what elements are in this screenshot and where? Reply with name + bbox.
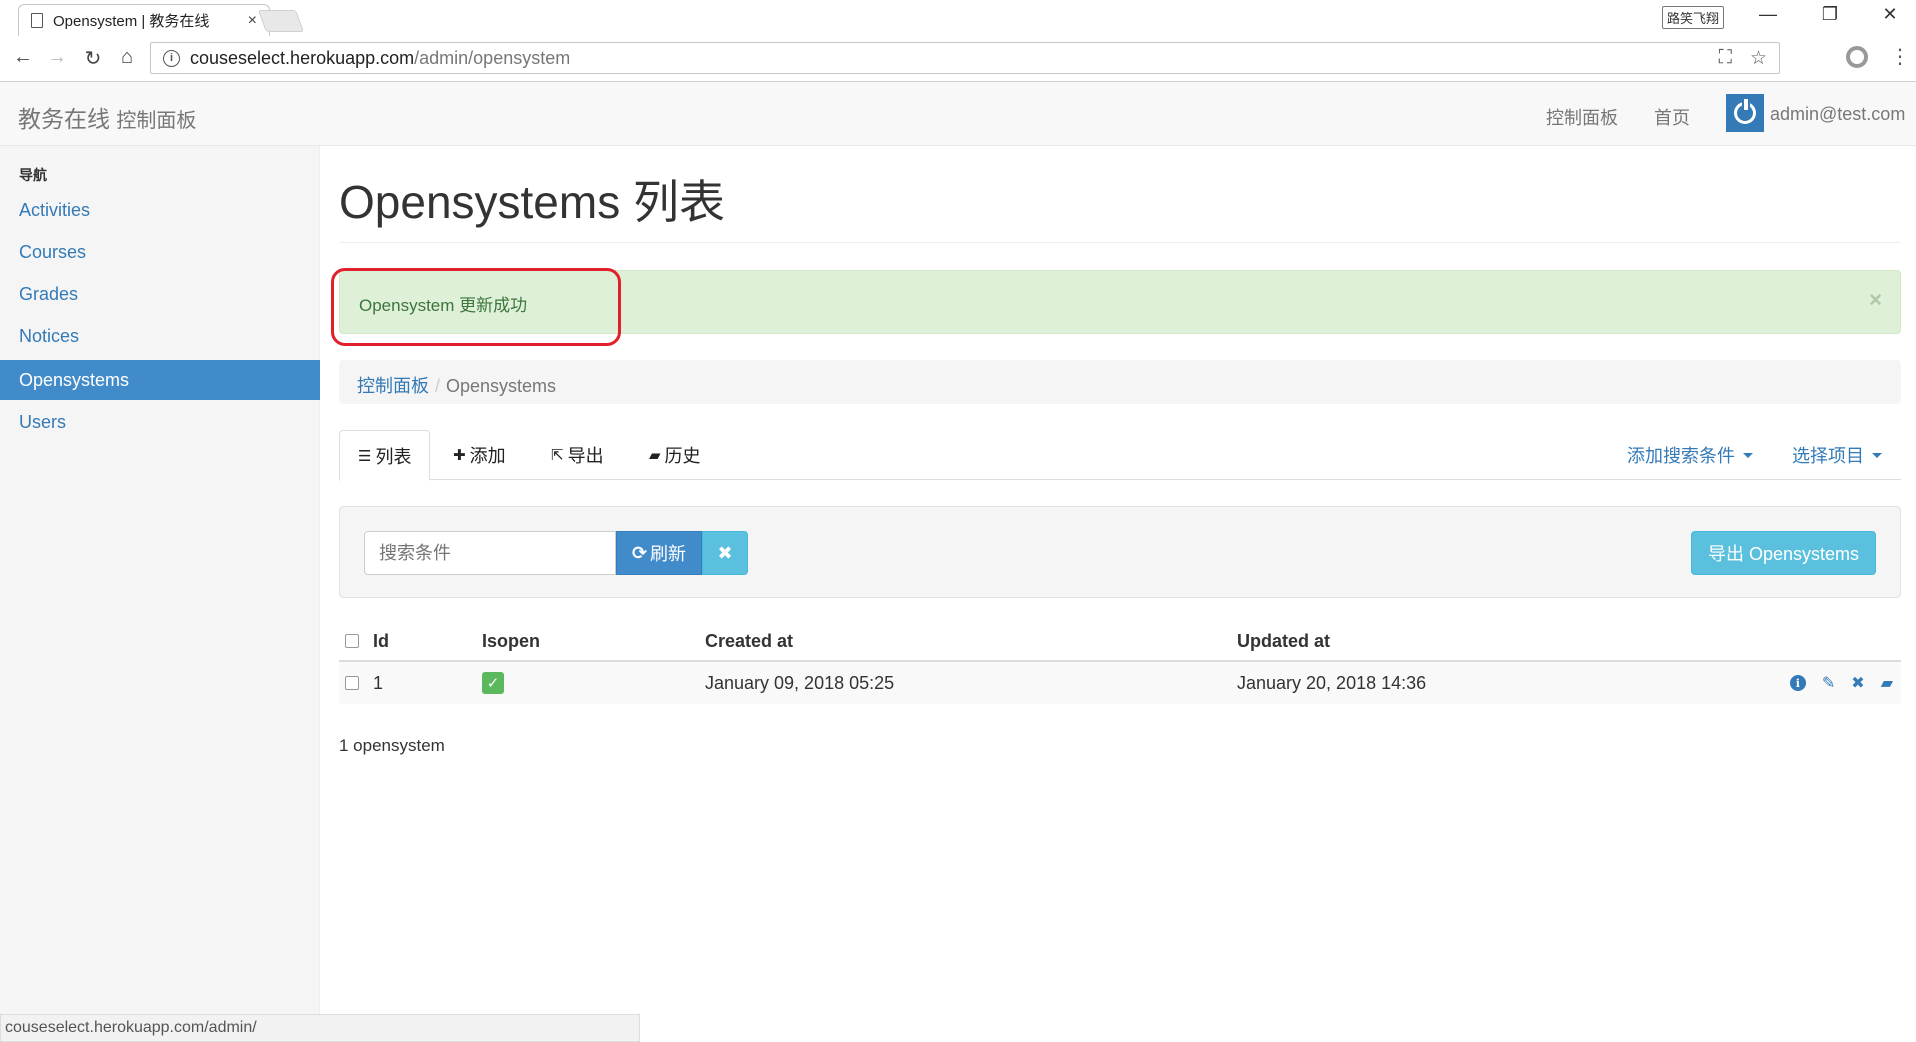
window-user-badge[interactable]: 路笑飞翔 — [1662, 6, 1725, 29]
title-divider — [339, 242, 1901, 243]
browser-tabbar: Opensystem | 教务在线 × 路笑飞翔 — ❐ ✕ — [0, 0, 1916, 36]
reload-icon[interactable]: ↻ — [80, 46, 106, 71]
plus-icon: ✚ — [453, 447, 466, 464]
nav-link-home[interactable]: 首页 — [1654, 104, 1690, 130]
restore-icon[interactable]: ❐ — [1810, 4, 1850, 25]
alert-close-icon[interactable]: × — [1869, 287, 1882, 313]
sidebar-item-grades[interactable]: Grades — [0, 274, 320, 314]
back-icon[interactable]: ← — [10, 46, 36, 69]
tab-history-label: 历史 — [664, 446, 701, 466]
history-book-icon[interactable]: ▰ — [1881, 673, 1893, 693]
tab-export-label: 导出 — [567, 446, 604, 466]
document-icon — [31, 13, 43, 28]
edit-pencil-icon[interactable]: ✎ — [1822, 673, 1835, 693]
window-close-icon[interactable]: ✕ — [1870, 4, 1910, 25]
cell-isopen: ✓ — [482, 662, 504, 704]
sidebar-item-opensystems[interactable]: Opensystems — [0, 360, 320, 400]
chevron-down-icon — [1872, 452, 1882, 458]
app-navbar: 教务在线 控制面板 控制面板 首页 admin@test.com — [0, 82, 1916, 146]
breadcrumb-dashboard-link[interactable]: 控制面板 — [357, 376, 429, 396]
cell-created-at: January 09, 2018 05:25 — [705, 672, 895, 693]
power-icon[interactable] — [1726, 94, 1764, 132]
home-icon[interactable]: ⌂ — [114, 46, 140, 69]
browser-tab[interactable]: Opensystem | 教务在线 × — [18, 4, 270, 36]
row-select-cell — [345, 662, 359, 704]
user-email[interactable]: admin@test.com — [1770, 104, 1905, 125]
row-checkbox[interactable] — [345, 676, 359, 690]
browser-status-bar: couseselect.herokuapp.com/admin/ — [0, 1014, 640, 1042]
bookmark-star-icon[interactable]: ☆ — [1750, 47, 1767, 70]
refresh-button[interactable]: ⟳ 刷新 — [616, 531, 702, 575]
opensystems-table: Id Isopen Created at Updated at 1 ✓ Janu… — [339, 622, 1901, 704]
tab-list-label: 列表 — [375, 446, 412, 467]
clear-search-button[interactable]: ✖ — [702, 531, 748, 575]
select-items-label: 选择项目 — [1792, 446, 1864, 466]
column-header-id[interactable]: Id — [373, 622, 389, 660]
column-header-isopen[interactable]: Isopen — [482, 622, 540, 660]
sidebar-item-activities[interactable]: Activities — [0, 190, 320, 230]
url-field[interactable]: i couseselect.herokuapp.com /admin/opens… — [150, 42, 1780, 74]
book-icon: ▰ — [649, 447, 661, 464]
tab-title: Opensystem | 教务在线 — [53, 13, 210, 30]
sidebar-header: 导航 — [19, 167, 47, 183]
tab-list[interactable]: ☰ 列表 — [339, 430, 431, 481]
chevron-down-icon — [1743, 452, 1753, 458]
address-bar-row: ← → ↻ ⌂ i couseselect.herokuapp.com /adm… — [0, 36, 1916, 82]
new-tab-button[interactable] — [257, 10, 305, 32]
add-filter-label: 添加搜索条件 — [1627, 446, 1735, 466]
delete-icon[interactable]: ✖ — [1851, 673, 1864, 693]
search-panel: ⟳ 刷新 ✖ 导出 Opensystems — [339, 506, 1901, 598]
brand-subtitle: 控制面板 — [116, 110, 197, 132]
sidebar-item-users[interactable]: Users — [0, 402, 320, 442]
sidebar-item-courses[interactable]: Courses — [0, 232, 320, 272]
page-title: Opensystems 列表 — [339, 176, 725, 228]
nav-link-dashboard[interactable]: 控制面板 — [1546, 104, 1618, 130]
column-header-created-at[interactable]: Created at — [705, 622, 793, 660]
url-host: couseselect.herokuapp.com — [190, 47, 415, 68]
check-icon: ✓ — [482, 672, 504, 694]
sidebar-item-notices[interactable]: Notices — [0, 316, 320, 356]
sidebar: 导航 Activities Courses Grades Notices Ope… — [0, 146, 320, 1042]
url-path: /admin/opensystem — [414, 47, 571, 68]
tab-export[interactable]: ⇱ 导出 — [533, 430, 622, 480]
select-items-dropdown[interactable]: 选择项目 — [1792, 430, 1882, 480]
export-opensystems-button[interactable]: 导出 Opensystems — [1690, 531, 1876, 575]
brand[interactable]: 教务在线 控制面板 — [18, 100, 196, 134]
cell-id: 1 — [373, 672, 384, 693]
info-icon[interactable]: i — [1789, 675, 1806, 691]
cell-updated-at: January 20, 2018 14:36 — [1237, 672, 1427, 693]
tab-history[interactable]: ▰ 历史 — [631, 430, 719, 480]
browser-menu-icon[interactable]: ⋮ — [1890, 44, 1910, 69]
action-tabs: ☰ 列表 ✚ 添加 ⇱ 导出 ▰ 历史 添加搜索条件 选择项目 — [339, 430, 1901, 481]
list-icon: ☰ — [358, 447, 372, 465]
table-row: 1 ✓ January 09, 2018 05:25 January 20, 2… — [339, 662, 1901, 704]
annotation-highlight-box — [331, 268, 621, 346]
refresh-icon: ⟳ — [631, 542, 648, 563]
site-info-icon[interactable]: i — [163, 49, 180, 67]
minimize-icon[interactable]: — — [1748, 4, 1788, 25]
add-filter-dropdown[interactable]: 添加搜索条件 — [1627, 430, 1753, 480]
select-all-cell — [345, 622, 359, 660]
tab-add-label: 添加 — [469, 446, 506, 466]
tab-close-icon[interactable]: × — [248, 12, 257, 30]
breadcrumb: 控制面板 / Opensystems — [339, 360, 1901, 404]
row-actions: i ✎ ✖ ▰ — [1789, 662, 1893, 704]
brand-title: 教务在线 — [18, 106, 110, 132]
clear-icon: ✖ — [717, 542, 733, 563]
refresh-label: 刷新 — [650, 544, 687, 564]
search-input[interactable] — [364, 531, 616, 575]
breadcrumb-separator: / — [435, 376, 441, 396]
breadcrumb-current: Opensystems — [446, 376, 557, 396]
tab-add[interactable]: ✚ 添加 — [435, 430, 524, 480]
select-all-checkbox[interactable] — [345, 634, 359, 648]
translate-icon[interactable]: ⛶ — [1719, 47, 1732, 70]
column-header-updated-at[interactable]: Updated at — [1237, 622, 1330, 660]
extension-icon[interactable] — [1846, 46, 1868, 68]
forward-icon[interactable]: → — [44, 46, 70, 69]
table-header-row: Id Isopen Created at Updated at — [339, 622, 1901, 662]
record-count: 1 opensystem — [339, 736, 445, 755]
export-icon: ⇱ — [551, 447, 564, 464]
